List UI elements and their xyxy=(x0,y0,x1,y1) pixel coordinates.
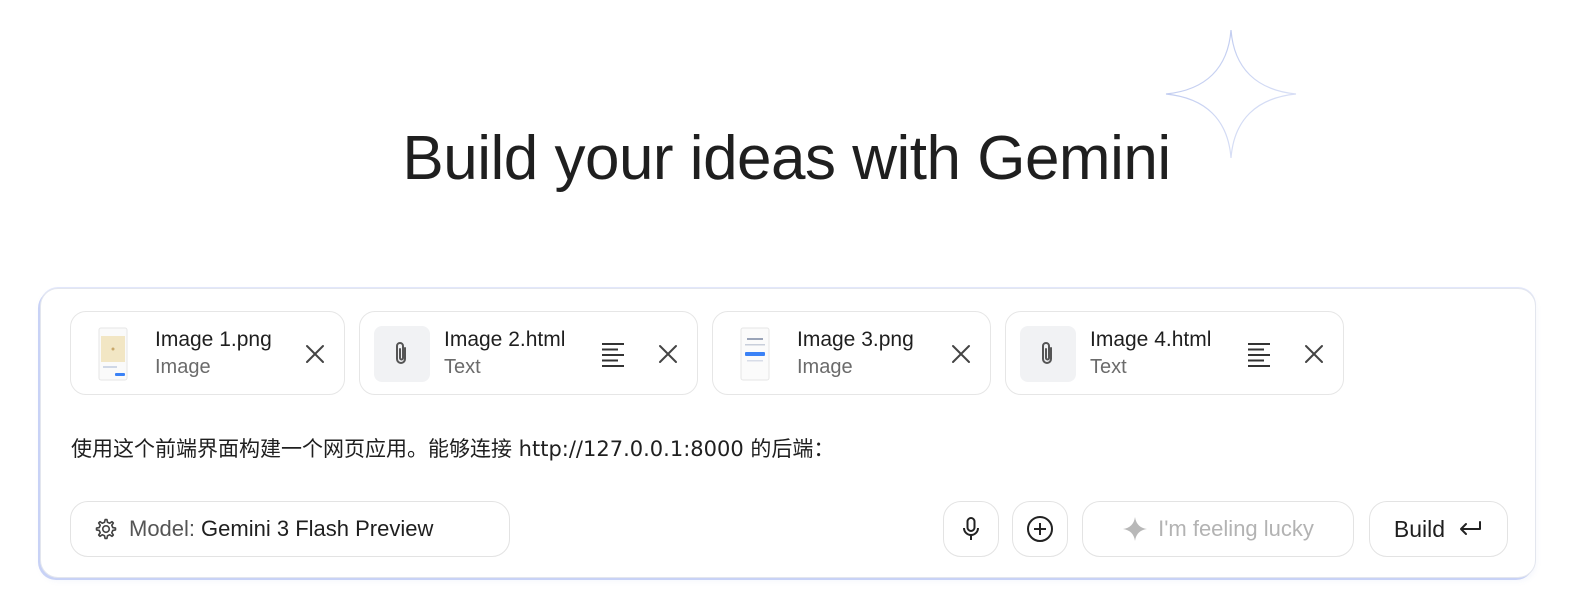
remove-attachment-button[interactable] xyxy=(652,338,684,370)
attachment-chip-image-2[interactable]: Image 2.html Text xyxy=(359,311,698,395)
model-selector-button[interactable]: Model: Gemini 3 Flash Preview xyxy=(70,501,510,557)
attachment-chip-image-1[interactable]: Image 1.png Image xyxy=(70,311,345,395)
close-icon xyxy=(306,345,324,363)
build-page: Build your ideas with Gemini Image 1.png… xyxy=(0,0,1573,602)
text-lines-icon xyxy=(1248,343,1270,367)
attachment-chip-image-3[interactable]: Image 3.png Image xyxy=(712,311,991,395)
image-thumbnail xyxy=(727,326,783,382)
attachment-name: Image 3.png xyxy=(797,328,914,351)
microphone-icon xyxy=(963,517,979,540)
attachment-kind: Text xyxy=(444,356,481,378)
model-label: Model: xyxy=(129,516,196,541)
gear-icon xyxy=(95,518,117,540)
close-icon xyxy=(952,345,970,363)
close-icon xyxy=(1305,345,1323,363)
add-button[interactable] xyxy=(1012,501,1068,557)
sparkle-icon xyxy=(1123,517,1148,541)
attachment-name: Image 2.html xyxy=(444,328,566,351)
prompt-composer: Image 1.png Image Image 2.html Text Imag… xyxy=(40,288,1536,578)
model-value: Gemini 3 Flash Preview xyxy=(201,516,434,541)
microphone-button[interactable] xyxy=(943,501,999,557)
text-lines-icon xyxy=(602,343,624,367)
image-thumbnail xyxy=(85,326,141,382)
remove-attachment-button[interactable] xyxy=(945,338,977,370)
attachment-kind: Text xyxy=(1090,356,1127,378)
page-title: Build your ideas with Gemini xyxy=(402,124,1171,193)
prompt-input[interactable]: 使用这个前端界面构建一个网页应用。能够连接 http://127.0.0.1:8… xyxy=(71,433,834,463)
build-label: Build xyxy=(1393,515,1446,542)
paperclip-icon xyxy=(374,326,430,382)
close-icon xyxy=(659,345,677,363)
attachment-kind: Image xyxy=(155,356,211,378)
build-button[interactable]: Build xyxy=(1369,501,1508,557)
remove-attachment-button[interactable] xyxy=(299,338,331,370)
plus-circle-icon xyxy=(1027,516,1053,542)
attachment-name: Image 1.png xyxy=(155,328,272,351)
remove-attachment-button[interactable] xyxy=(1298,338,1330,370)
paperclip-icon xyxy=(1020,326,1076,382)
view-text-button[interactable] xyxy=(597,338,629,370)
attachment-name: Image 4.html xyxy=(1090,328,1212,351)
attachment-kind: Image xyxy=(797,356,853,378)
feeling-lucky-button[interactable]: I'm feeling lucky xyxy=(1082,501,1354,557)
enter-arrow-icon xyxy=(1457,519,1483,539)
feeling-lucky-label: I'm feeling lucky xyxy=(1158,516,1314,541)
attachment-chip-image-4[interactable]: Image 4.html Text xyxy=(1005,311,1344,395)
view-text-button[interactable] xyxy=(1243,338,1275,370)
